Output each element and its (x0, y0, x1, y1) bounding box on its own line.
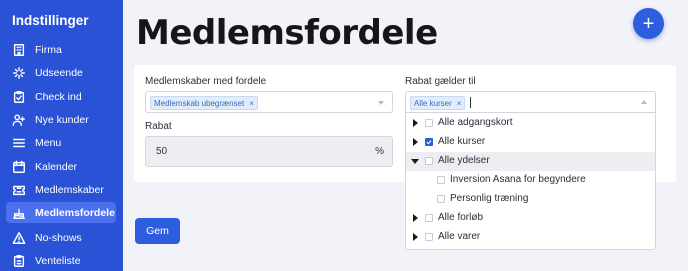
sidebar-title: Indstillinger (12, 13, 89, 28)
sidebar-item-menu[interactable]: Menu (6, 132, 116, 153)
discount-input[interactable]: 50 % (145, 136, 393, 167)
sidebar-item-label: Kalender (35, 160, 78, 173)
clipboard-check-icon (11, 89, 27, 105)
option-label: Alle varer (438, 231, 481, 242)
chevron-up-icon[interactable] (641, 100, 647, 104)
magic-icon (11, 65, 27, 81)
checkbox-checked[interactable] (425, 138, 433, 146)
sidebar-item-label: Nye kunder (35, 113, 89, 126)
option-row[interactable]: Inversion Asana for begyndere (406, 171, 655, 190)
membership-tag: Medlemskab ubegrænset × (150, 96, 258, 110)
chevron-down-icon[interactable] (378, 101, 384, 105)
sidebar-item-udseende[interactable]: Udseende (6, 62, 116, 83)
discount-label: Rabat (145, 121, 172, 132)
cake-icon (11, 205, 27, 221)
checkbox[interactable] (425, 214, 433, 222)
checkbox[interactable] (425, 233, 433, 241)
option-label: Alle adgangskort (438, 117, 513, 128)
text-cursor (470, 97, 471, 108)
sidebar-item-label: Udseende (35, 66, 83, 79)
discount-value: 50 (156, 146, 168, 157)
discount-unit: % (375, 146, 384, 157)
sidebar-item-label: Medlemskaber (35, 183, 104, 196)
sidebar-item-label: No-shows (35, 231, 82, 244)
checkbox[interactable] (437, 195, 445, 203)
sidebar-item-label: Medlemsfordele (35, 206, 115, 219)
checkbox[interactable] (425, 157, 433, 165)
sidebar-item-kalender[interactable]: Kalender (6, 156, 116, 177)
add-button[interactable]: + (633, 8, 664, 39)
option-row[interactable]: Alle adgangskort (406, 114, 655, 133)
memberships-label: Medlemskaber med fordele (145, 76, 267, 87)
applies-tag-label: Alle kurser (414, 98, 452, 108)
sidebar-item-venteliste[interactable]: Venteliste (6, 250, 116, 271)
sidebar-item-label: Venteliste (35, 254, 81, 267)
option-label: Alle ydelser (438, 155, 490, 166)
clipboard-list-icon (11, 253, 27, 269)
save-button[interactable]: Gem (135, 218, 180, 244)
sidebar-item-label: Menu (35, 136, 62, 149)
option-label: Personlig træning (450, 193, 529, 204)
option-label: Inversion Asana for begyndere (450, 174, 586, 185)
menu-icon (11, 135, 27, 151)
option-label: Alle forløb (438, 212, 484, 223)
applies-to-select[interactable]: Alle kurser × (405, 91, 656, 113)
caret-right-icon[interactable] (413, 214, 418, 222)
applies-to-label: Rabat gælder til (405, 76, 476, 87)
sidebar-item-medlemskaber[interactable]: Medlemskaber (6, 179, 116, 200)
checkbox[interactable] (425, 119, 433, 127)
sidebar-item-nye-kunder[interactable]: Nye kunder (6, 109, 116, 130)
check-icon (426, 140, 432, 145)
caret-right-icon[interactable] (413, 119, 418, 127)
applies-tag-remove-icon[interactable]: × (457, 99, 462, 108)
membership-tag-label: Medlemskab ubegrænset (154, 98, 245, 108)
caret-right-icon[interactable] (413, 138, 418, 146)
option-label: Alle kurser (438, 136, 486, 147)
page-title: Medlemsfordele (136, 13, 438, 53)
applies-tag: Alle kurser × (410, 96, 466, 110)
sidebar-item-no-shows[interactable]: No-shows (6, 227, 116, 248)
sidebar: Indstillinger Firma Udseende Check ind Nye … (0, 0, 123, 271)
option-row[interactable]: Alle kurser (406, 133, 655, 152)
option-row[interactable]: Alle ydelser (406, 152, 655, 171)
sidebar-item-label: Check ind (35, 90, 82, 103)
sidebar-item-label: Firma (35, 43, 62, 56)
memberships-select[interactable]: Medlemskab ubegrænset × (145, 91, 393, 113)
option-row[interactable]: Alle varer (406, 228, 655, 247)
membership-tag-remove-icon[interactable]: × (249, 99, 254, 108)
warning-icon (11, 230, 27, 246)
applies-to-dropdown: Alle adgangskort Alle kurser Alle ydelser I… (405, 113, 656, 250)
caret-down-icon[interactable] (411, 159, 419, 164)
user-plus-icon (11, 112, 27, 128)
sidebar-item-firma[interactable]: Firma (6, 39, 116, 60)
ticket-icon (11, 182, 27, 198)
checkbox[interactable] (437, 176, 445, 184)
option-row[interactable]: Alle forløb (406, 209, 655, 228)
calendar-icon (11, 159, 27, 175)
building-icon (11, 42, 27, 58)
sidebar-item-check-ind[interactable]: Check ind (6, 86, 116, 107)
sidebar-item-medlemsfordele[interactable]: Medlemsfordele (6, 202, 116, 223)
option-row[interactable]: Personlig træning (406, 190, 655, 209)
caret-right-icon[interactable] (413, 233, 418, 241)
